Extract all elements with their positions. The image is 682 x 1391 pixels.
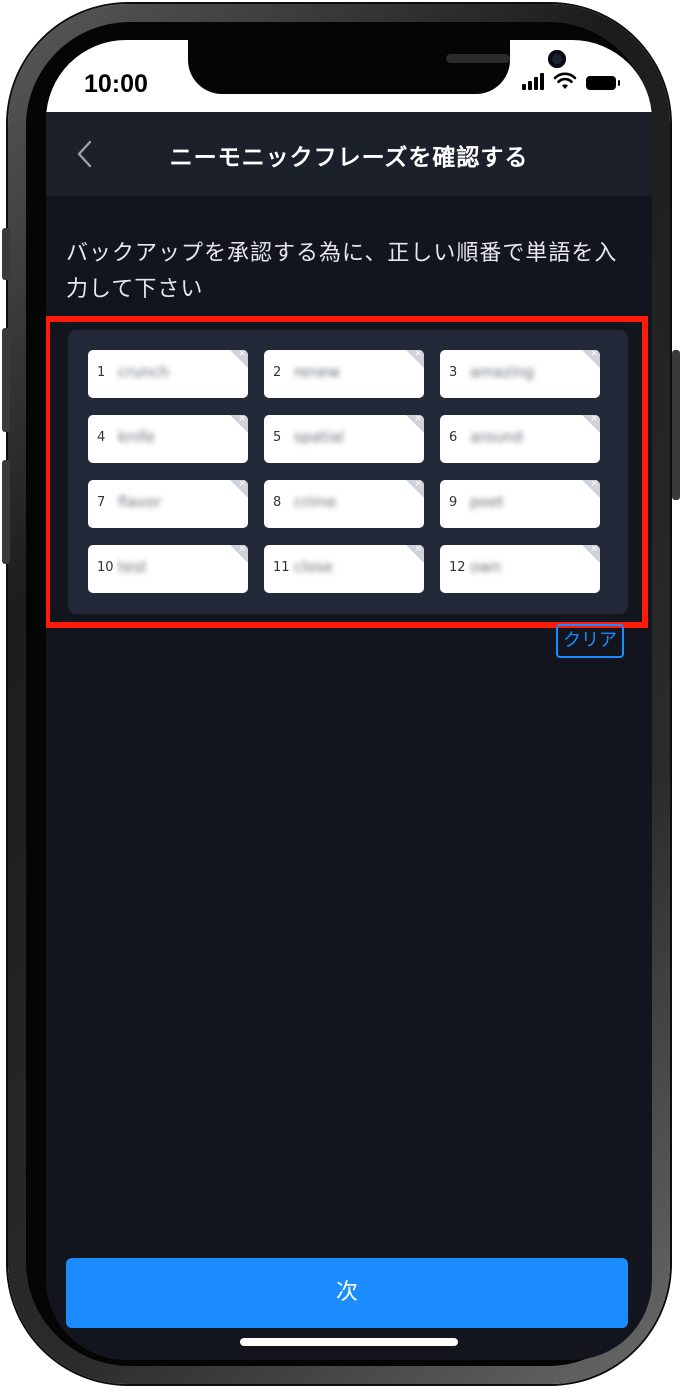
- word-text: around: [470, 428, 523, 446]
- cellular-signal-icon: [522, 73, 544, 90]
- word-text: amazing: [470, 363, 535, 381]
- word-number: 8: [273, 495, 282, 510]
- close-icon[interactable]: ×: [238, 480, 246, 489]
- close-icon[interactable]: ×: [238, 415, 246, 424]
- page-title: ニーモニックフレーズを確認する: [169, 145, 529, 171]
- word-chip[interactable]: 7 flavor ×: [88, 480, 248, 528]
- word-chip[interactable]: 1 crunch ×: [88, 350, 248, 398]
- close-icon[interactable]: ×: [590, 350, 598, 359]
- close-icon[interactable]: ×: [590, 415, 598, 424]
- word-text: renew: [294, 363, 341, 381]
- status-bar: 10:00: [46, 40, 652, 112]
- close-icon[interactable]: ×: [238, 350, 246, 359]
- volume-down-button: [2, 460, 10, 564]
- battery-icon: [586, 76, 620, 90]
- camera-icon: [548, 50, 566, 68]
- close-icon[interactable]: ×: [238, 545, 246, 554]
- close-icon[interactable]: ×: [590, 545, 598, 554]
- word-number: 7: [97, 495, 106, 510]
- word-number: 12: [449, 560, 466, 575]
- status-time: 10:00: [84, 70, 148, 98]
- instruction-text: バックアップを承認する為に、正しい順番で単語を入力して下さい: [66, 241, 618, 302]
- word-chip[interactable]: 3 amazing ×: [440, 350, 600, 398]
- word-number: 6: [449, 430, 458, 445]
- volume-up-button: [2, 328, 10, 432]
- close-icon[interactable]: ×: [414, 415, 422, 424]
- mute-switch: [2, 228, 10, 280]
- word-text: poet: [470, 493, 504, 511]
- close-icon[interactable]: ×: [590, 480, 598, 489]
- word-text: spatial: [294, 428, 344, 446]
- word-text: knife: [118, 428, 155, 446]
- word-text: crunch: [118, 363, 170, 381]
- speaker-grille: [446, 54, 510, 63]
- power-button: [672, 350, 680, 500]
- word-text: flavor: [118, 493, 161, 511]
- home-indicator[interactable]: [240, 1338, 458, 1346]
- wifi-icon: [553, 72, 577, 90]
- word-chip[interactable]: 11 close ×: [264, 545, 424, 593]
- word-number: 9: [449, 495, 458, 510]
- close-icon[interactable]: ×: [414, 480, 422, 489]
- word-chip[interactable]: 9 poet ×: [440, 480, 600, 528]
- clear-button[interactable]: クリア: [556, 624, 624, 658]
- screen: 10:00 ニーモニックフレーズを確認する バックアップを承認する為に、正しい順…: [46, 40, 652, 1360]
- next-button[interactable]: 次: [66, 1258, 628, 1328]
- nav-bar: ニーモニックフレーズを確認する: [46, 112, 652, 196]
- word-number: 10: [97, 560, 114, 575]
- word-chip[interactable]: 2 renew ×: [264, 350, 424, 398]
- notch: [188, 40, 566, 94]
- word-text: own: [470, 558, 501, 576]
- word-number: 5: [273, 430, 282, 445]
- word-text: crime: [294, 493, 337, 511]
- close-icon[interactable]: ×: [414, 350, 422, 359]
- word-chip[interactable]: 8 crime ×: [264, 480, 424, 528]
- close-icon[interactable]: ×: [414, 545, 422, 554]
- selected-words-panel: 1 crunch × 2 renew × 3 amazing × 4 knife…: [68, 330, 628, 614]
- word-chip[interactable]: 6 around ×: [440, 415, 600, 463]
- word-number: 11: [273, 560, 290, 575]
- word-text: test: [118, 558, 147, 576]
- word-text: close: [294, 558, 333, 576]
- word-number: 4: [97, 430, 106, 445]
- word-number: 3: [449, 365, 458, 380]
- word-chip[interactable]: 12 own ×: [440, 545, 600, 593]
- word-number: 2: [273, 365, 282, 380]
- word-chip[interactable]: 5 spatial ×: [264, 415, 424, 463]
- word-chip[interactable]: 4 knife ×: [88, 415, 248, 463]
- word-chip[interactable]: 10 test ×: [88, 545, 248, 593]
- status-icons: [522, 72, 620, 90]
- word-number: 1: [97, 365, 106, 380]
